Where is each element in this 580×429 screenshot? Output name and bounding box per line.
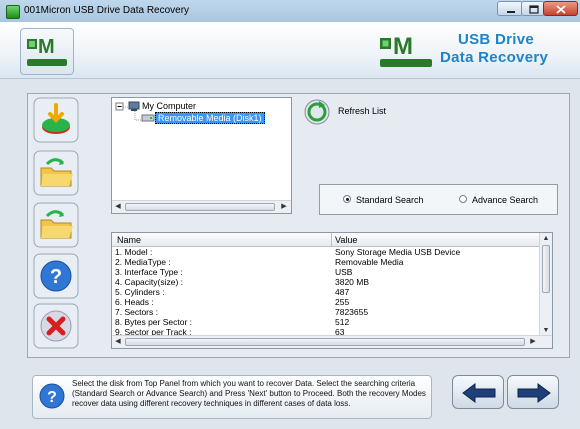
cell-name: 1. Model : — [115, 247, 153, 257]
table-header: Name Value — [112, 233, 541, 247]
advance-search-radio[interactable] — [459, 195, 467, 203]
cell-name: 8. Bytes per Sector : — [115, 317, 193, 327]
close-button[interactable] — [543, 1, 578, 16]
cell-value: 512 — [335, 317, 350, 327]
column-header-name[interactable]: Name — [117, 235, 141, 245]
svg-text:?: ? — [47, 389, 57, 406]
advance-search-label[interactable]: Advance Search — [472, 195, 538, 205]
company-logo-icon: M — [27, 36, 67, 66]
help-button[interactable]: ? — [33, 253, 79, 299]
standard-search-label[interactable]: Standard Search — [356, 195, 424, 205]
brand-title: USB Drive — [458, 31, 535, 48]
scroll-right-icon[interactable]: ▶ — [278, 201, 290, 213]
brand-subtitle: Data Recovery — [440, 49, 549, 66]
table-row[interactable]: 3. Interface Type : USB — [112, 267, 541, 277]
table-row[interactable]: 1. Model : Sony Storage Media USB Device — [112, 247, 541, 257]
maximize-button[interactable] — [521, 1, 545, 16]
title-bar: 001Micron USB Drive Data Recovery — [0, 0, 580, 23]
svg-text:M: M — [38, 36, 55, 58]
table-row[interactable]: 7. Sectors : 7823655 — [112, 307, 541, 317]
folder-green-arrow-icon — [33, 150, 79, 196]
close-icon — [556, 5, 566, 14]
tree-item-my-computer[interactable]: My Computer — [142, 101, 196, 111]
table-vertical-scrollbar[interactable]: ▲ ▼ — [539, 233, 552, 337]
next-arrow-icon — [517, 383, 551, 403]
scroll-left-icon[interactable]: ◀ — [112, 336, 124, 348]
table-row[interactable]: 8. Bytes per Sector : 512 — [112, 317, 541, 327]
scroll-right-icon[interactable]: ▶ — [527, 336, 539, 348]
standard-search-radio[interactable] — [343, 195, 351, 203]
tree-horizontal-scrollbar[interactable]: ◀ ▶ — [112, 200, 291, 213]
svg-text:M: M — [393, 33, 413, 60]
refresh-list-button[interactable] — [304, 99, 330, 125]
table-horizontal-scrollbar[interactable]: ◀ ▶ — [112, 335, 552, 348]
refresh-icon — [304, 99, 330, 125]
cell-name: 5. Cylinders : — [115, 287, 165, 297]
table-row[interactable]: 2. MediaType : Removable Media — [112, 257, 541, 267]
cell-value: Removable Media — [335, 257, 404, 267]
cell-name: 2. MediaType : — [115, 257, 171, 267]
cell-value: USB — [335, 267, 353, 277]
open-folder-alt-button[interactable] — [33, 202, 79, 248]
cell-value: 3820 MB — [335, 277, 370, 287]
cell-name: 3. Interface Type : — [115, 267, 183, 277]
disk-info-table: Name Value 1. Model : Sony Storage Media … — [111, 232, 553, 349]
refresh-list-label[interactable]: Refresh List — [338, 106, 386, 116]
cell-value: Sony Storage Media USB Device — [335, 247, 461, 257]
cell-name: 6. Heads : — [115, 297, 154, 307]
column-header-value[interactable]: Value — [335, 235, 357, 245]
question-icon: ? — [39, 383, 65, 409]
disk-download-icon — [33, 97, 79, 143]
scroll-thumb[interactable] — [125, 203, 275, 211]
folder-green-arrow-icon — [33, 202, 79, 248]
red-x-icon — [33, 303, 79, 349]
window-title: 001Micron USB Drive Data Recovery — [24, 5, 190, 16]
back-arrow-icon — [462, 383, 496, 403]
next-button[interactable] — [507, 375, 559, 409]
svg-text:?: ? — [50, 266, 62, 288]
cell-value: 7823655 — [335, 307, 369, 317]
help-text: Select the disk from Top Panel from whic… — [72, 379, 426, 408]
removable-drive-icon — [141, 114, 155, 122]
drive-tree[interactable]: My Computer Removable Media (Disk1) ◀ ▶ — [111, 97, 292, 214]
cell-value: 255 — [335, 297, 350, 307]
table-row[interactable]: 5. Cylinders : 487 — [112, 287, 541, 297]
scroll-left-icon[interactable]: ◀ — [112, 201, 124, 213]
scroll-up-icon[interactable]: ▲ — [540, 233, 552, 245]
computer-icon — [128, 101, 140, 111]
exit-button[interactable] — [33, 303, 79, 349]
app-icon — [6, 5, 20, 19]
recover-disk-button[interactable] — [33, 97, 79, 143]
cell-value: 487 — [335, 287, 350, 297]
cell-name: 4. Capacity(size) : — [115, 277, 184, 287]
scroll-thumb[interactable] — [125, 338, 525, 346]
cell-name: 7. Sectors : — [115, 307, 158, 317]
back-button[interactable] — [452, 375, 504, 409]
header-banner: M M USB Drive Data Recovery — [0, 22, 580, 79]
open-folder-button[interactable] — [33, 150, 79, 196]
tree-item-removable-media[interactable]: Removable Media (Disk1) — [155, 112, 265, 124]
question-icon: ? — [33, 253, 79, 299]
table-row[interactable]: 4. Capacity(size) : 3820 MB — [112, 277, 541, 287]
column-divider[interactable] — [331, 233, 332, 246]
scroll-thumb[interactable] — [542, 245, 550, 293]
table-row[interactable]: 6. Heads : 255 — [112, 297, 541, 307]
brand-logo-icon: M — [380, 33, 432, 67]
minimize-button[interactable] — [497, 1, 523, 16]
logo-button: M — [20, 28, 74, 75]
